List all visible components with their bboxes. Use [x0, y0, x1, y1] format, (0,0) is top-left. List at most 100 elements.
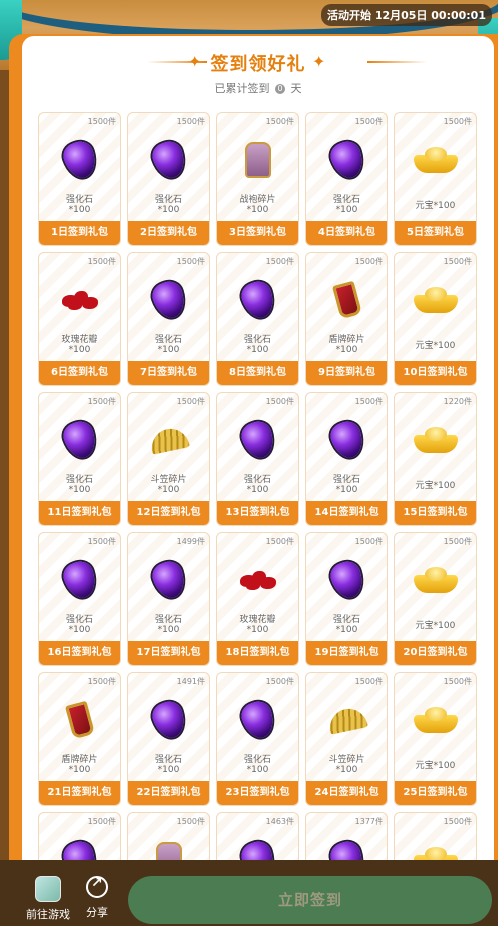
reward-tile[interactable]: 1491件 强化石 *100 22日签到礼包: [127, 672, 210, 806]
reward-tile[interactable]: 1500件 斗笠碎片 *100 12日签到礼包: [127, 392, 210, 526]
reward-tile[interactable]: 1500件 战袍碎片 *100 3日签到礼包: [216, 112, 299, 246]
reward-day-label: 25日签到礼包: [395, 781, 476, 805]
reward-tile[interactable]: 1500件元宝*100 5日签到礼包: [394, 112, 477, 246]
reward-tile[interactable]: 1500件 强化石 *100 4日签到礼包: [305, 112, 388, 246]
reward-tile[interactable]: 1500件 强化石 *100 19日签到礼包: [305, 532, 388, 666]
reward-item-quantity: *100: [246, 485, 269, 495]
reward-stock: 1500件: [265, 677, 294, 686]
reward-item-quantity: *100: [157, 345, 180, 355]
reward-item-quantity: *100: [68, 345, 91, 355]
reward-day-label: 18日签到礼包: [217, 641, 298, 665]
reward-tile[interactable]: 1500件 元宝*100 20日签到礼包: [394, 532, 477, 666]
reward-item-quantity: *100: [68, 625, 91, 635]
reward-day-label: 5日签到礼包: [395, 221, 476, 245]
reward-item-name: 元宝*100: [415, 481, 456, 491]
reward-item-quantity: *100: [246, 205, 269, 215]
signin-count-text: 已累计签到 0 天: [22, 80, 494, 96]
reward-stock: 1500件: [87, 397, 116, 406]
reward-day-label: 10日签到礼包: [395, 361, 476, 385]
reward-tile[interactable]: 1499件 强化石 *100 17日签到礼包: [127, 532, 210, 666]
reward-tile[interactable]: 1500件 强化石 *100 14日签到礼包: [305, 392, 388, 526]
signin-count-value: 0: [275, 84, 285, 94]
gem-icon: [235, 277, 281, 323]
reward-item-quantity: *100: [157, 205, 180, 215]
reward-tile[interactable]: 1500件 强化石 *100 1日签到礼包: [38, 112, 121, 246]
reward-item-quantity: *100: [157, 625, 180, 635]
reward-day-label: 9日签到礼包: [306, 361, 387, 385]
reward-tile[interactable]: 1500件 元宝*100 25日签到礼包: [394, 672, 477, 806]
reward-day-label: 11日签到礼包: [39, 501, 120, 525]
reward-stock: 1500件: [354, 537, 383, 546]
sign-in-now-button[interactable]: 立即签到: [128, 876, 492, 924]
gem-icon: [235, 417, 281, 463]
reward-tile[interactable]: 1500件 斗笠碎片 *100 24日签到礼包: [305, 672, 388, 806]
reward-stock: 1500件: [354, 117, 383, 126]
signin-count-suffix: 天: [290, 82, 302, 95]
reward-tile[interactable]: 1220件 元宝*100 15日签到礼包: [394, 392, 477, 526]
reward-stock: 1500件: [176, 257, 205, 266]
reward-day-label: 2日签到礼包: [128, 221, 209, 245]
reward-tile[interactable]: 1500件 强化石 *100 11日签到礼包: [38, 392, 121, 526]
ingot-icon: [413, 557, 459, 603]
reward-item-quantity: *100: [335, 345, 358, 355]
reward-item-quantity: *100: [68, 205, 91, 215]
ingot-icon: [413, 697, 459, 743]
hat-icon: [324, 697, 370, 743]
reward-day-label: 22日签到礼包: [128, 781, 209, 805]
reward-stock: 1500件: [176, 817, 205, 826]
reward-tile[interactable]: 1500件 强化石 *100 2日签到礼包: [127, 112, 210, 246]
reward-tile[interactable]: 1500件 强化石 *100 7日签到礼包: [127, 252, 210, 386]
reward-day-label: 17日签到礼包: [128, 641, 209, 665]
share-icon: [86, 875, 108, 898]
bottom-bar: 前往游戏 分享 立即签到: [0, 860, 498, 926]
reward-item-quantity: *100: [335, 625, 358, 635]
card-title: 签到领好礼: [210, 54, 306, 75]
reward-tile[interactable]: 1500件 元宝*100 10日签到礼包: [394, 252, 477, 386]
gem-icon: [146, 277, 192, 323]
reward-item-quantity: *100: [157, 765, 180, 775]
reward-stock: 1500件: [265, 537, 294, 546]
gem-icon: [146, 697, 192, 743]
reward-item-quantity: *100: [335, 205, 358, 215]
reward-item-name: 元宝*100: [415, 201, 456, 211]
share-button[interactable]: 分享: [82, 875, 112, 920]
signin-card: ✦ ✦ 签到领好礼 已累计签到 0 天 1500件 强化石 *100 1日签到礼包 15…: [22, 36, 494, 926]
gem-icon: [324, 557, 370, 603]
ingot-icon: [413, 277, 459, 323]
reward-day-label: 21日签到礼包: [39, 781, 120, 805]
reward-stock: 1500件: [443, 537, 472, 546]
gem-icon: [57, 417, 103, 463]
reward-item-quantity: *100: [68, 485, 91, 495]
reward-tile[interactable]: 1500件 玫瑰花瓣 *100 6日签到礼包: [38, 252, 121, 386]
activity-time-badge: 活动开始 12月05日 00:00:01: [321, 4, 492, 26]
gem-icon: [324, 137, 370, 183]
reward-day-label: 7日签到礼包: [128, 361, 209, 385]
reward-stock: 1500件: [443, 677, 472, 686]
reward-stock: 1500件: [354, 397, 383, 406]
reward-day-label: 13日签到礼包: [217, 501, 298, 525]
reward-tile[interactable]: 1500件 强化石 *100 23日签到礼包: [216, 672, 299, 806]
shield-icon: [57, 697, 103, 743]
reward-stock: 1500件: [87, 677, 116, 686]
share-label: 分享: [86, 906, 108, 919]
reward-stock: 1500件: [354, 257, 383, 266]
gem-icon: [324, 417, 370, 463]
reward-day-label: 1日签到礼包: [39, 221, 120, 245]
reward-stock: 1377件: [354, 817, 383, 826]
reward-day-label: 16日签到礼包: [39, 641, 120, 665]
reward-tile[interactable]: 1500件 强化石 *100 13日签到礼包: [216, 392, 299, 526]
reward-tile[interactable]: 1500件 玫瑰花瓣 *100 18日签到礼包: [216, 532, 299, 666]
reward-tile[interactable]: 1500件 盾牌碎片 *100 9日签到礼包: [305, 252, 388, 386]
reward-item-quantity: *100: [246, 345, 269, 355]
reward-stock: 1500件: [354, 677, 383, 686]
reward-stock: 1500件: [443, 117, 472, 126]
reward-tile[interactable]: 1500件 强化石 *100 16日签到礼包: [38, 532, 121, 666]
reward-stock: 1500件: [265, 117, 294, 126]
reward-tile[interactable]: 1500件 强化石 *100 8日签到礼包: [216, 252, 299, 386]
reward-stock: 1463件: [265, 817, 294, 826]
reward-day-label: 6日签到礼包: [39, 361, 120, 385]
gem-icon: [146, 137, 192, 183]
reward-tile[interactable]: 1500件 盾牌碎片 *100 21日签到礼包: [38, 672, 121, 806]
go-to-game-button[interactable]: 前往游戏: [22, 876, 74, 922]
reward-day-label: 14日签到礼包: [306, 501, 387, 525]
